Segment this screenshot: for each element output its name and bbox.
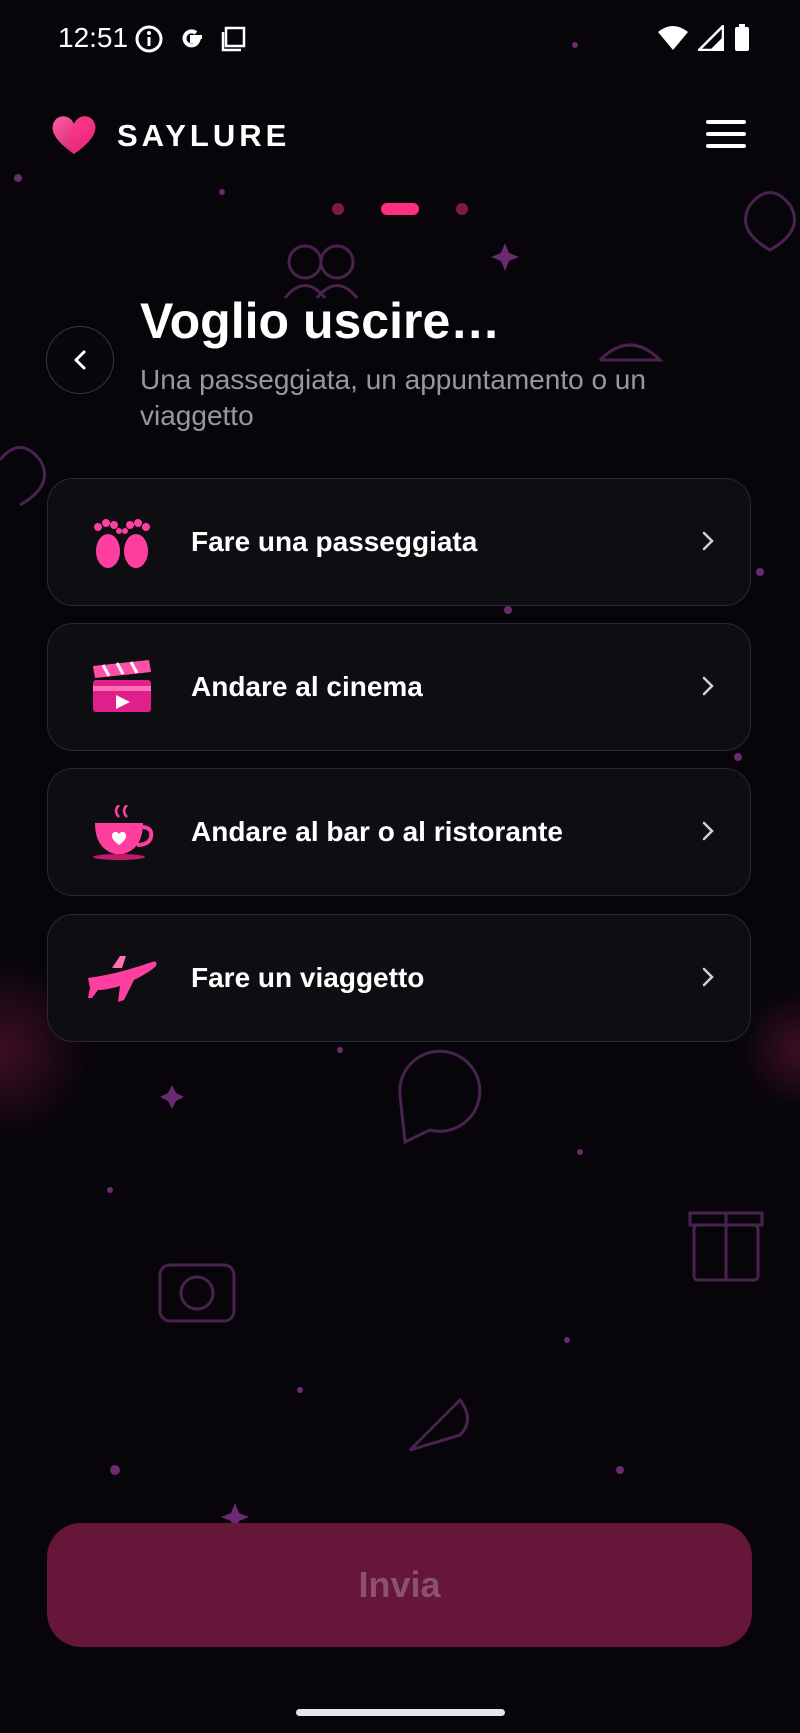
google-icon [182,29,202,48]
footprints-icon [94,519,150,568]
hamburger-menu-icon[interactable] [706,120,746,150]
heart-logo-icon [52,116,96,154]
brand-name: SAYLURE [117,118,291,153]
chevron-right-icon [702,821,714,841]
battery-icon [735,24,749,51]
page-title: Voglio uscire… [140,293,501,349]
option-cinema[interactable]: Andare al cinema [47,623,751,751]
chevron-right-icon [702,676,714,696]
screenshot-icon [221,26,246,52]
option-label: Fare un viaggetto [191,962,425,993]
option-label: Andare al bar o al ristorante [191,816,563,847]
option-label: Andare al cinema [191,671,423,702]
page-subtitle: Una passeggiata, un appuntamento o un vi… [140,364,646,431]
clapperboard-icon [93,660,151,712]
signal-icon [698,25,724,51]
option-bar-restaurant[interactable]: Andare al bar o al ristorante [47,768,751,896]
wifi-icon [658,26,688,50]
submit-label: Invia [358,1564,441,1605]
status-bar: 12:51 [0,0,800,80]
submit-button[interactable]: Invia [47,1523,752,1647]
app-header: SAYLURE [0,100,800,170]
home-indicator[interactable] [296,1709,505,1716]
status-time: 12:51 [58,22,129,53]
coffee-cup-icon [93,805,154,860]
step-dot [332,203,344,215]
option-walk[interactable]: Fare una passeggiata [47,478,751,606]
back-button[interactable] [46,326,114,394]
chevron-right-icon [702,967,714,987]
step-indicator [0,202,800,215]
info-icon [135,25,163,53]
step-dot-active [381,203,419,215]
option-label: Fare una passeggiata [191,526,478,557]
step-dot [456,203,468,215]
option-trip[interactable]: Fare un viaggetto [47,914,751,1042]
airplane-icon [88,956,157,1002]
chevron-right-icon [702,531,714,551]
chevron-left-icon [74,350,86,370]
